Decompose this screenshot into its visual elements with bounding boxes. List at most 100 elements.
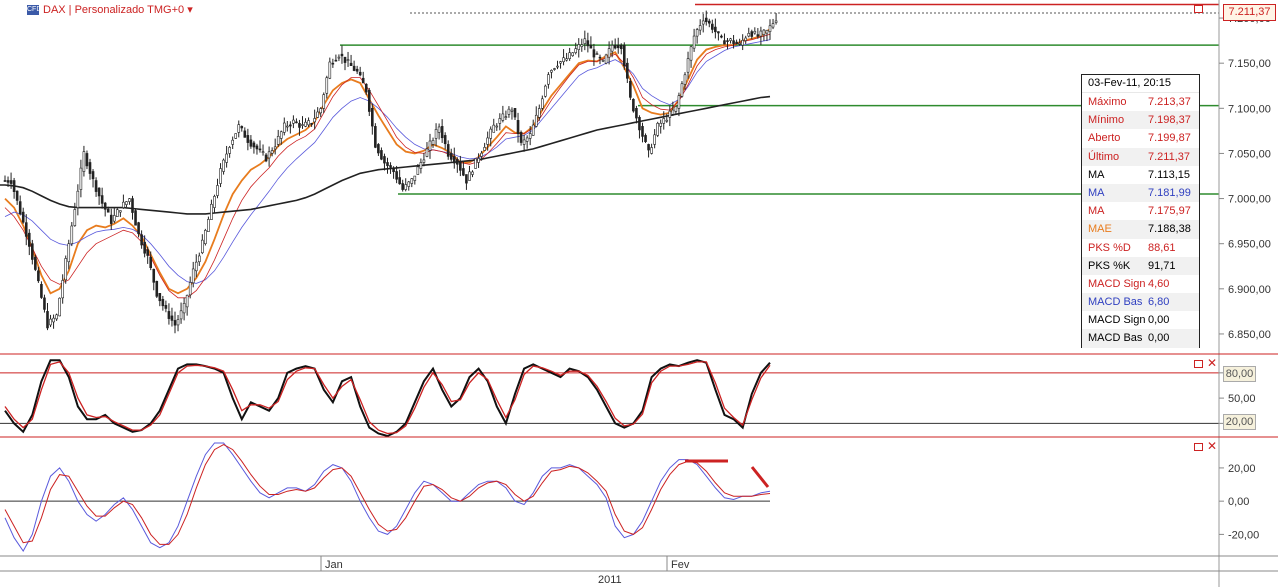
candle-body xyxy=(146,249,149,256)
candle-body xyxy=(568,52,571,59)
candle-body xyxy=(729,38,732,41)
candle-body xyxy=(267,151,271,159)
candle-body xyxy=(383,156,386,164)
data-window-value: 7.188,38 xyxy=(1148,223,1191,236)
candle-body xyxy=(134,210,137,226)
y-tick-label: 7.100,00 xyxy=(1228,103,1271,115)
candle-body xyxy=(677,95,681,109)
candle-body xyxy=(194,261,198,272)
candle-body xyxy=(665,119,669,122)
close-stoch-panel-icon[interactable]: ✕ xyxy=(1207,357,1217,369)
data-window-row: Mínimo 7.198,37 xyxy=(1082,111,1199,130)
stochastic-panel[interactable] xyxy=(0,359,1219,438)
maximize-price-panel-icon[interactable] xyxy=(1194,5,1203,13)
maximize-macd-panel-icon[interactable] xyxy=(1194,443,1203,451)
candle-body xyxy=(252,142,256,148)
candle-body xyxy=(626,62,629,79)
candle-body xyxy=(744,37,748,41)
candle-body xyxy=(64,258,68,281)
candle-body xyxy=(647,144,650,151)
candle-body xyxy=(498,118,502,124)
stoch-lower-level-tag: 20,00 xyxy=(1223,414,1256,430)
y-tick-label: 6.850,00 xyxy=(1228,329,1271,341)
candle-body xyxy=(328,61,332,79)
instrument-label[interactable]: DAX | Personalizado TMG+0 ▾ xyxy=(43,3,193,16)
candle-body xyxy=(337,56,341,59)
candle-body xyxy=(711,23,714,30)
candle-body xyxy=(55,314,58,320)
data-window-value: 91,71 xyxy=(1148,259,1176,272)
candle-body xyxy=(513,108,517,118)
data-window-label: PKS %K xyxy=(1088,259,1131,272)
candle-body xyxy=(234,133,238,139)
data-window-value: 6,80 xyxy=(1148,296,1170,309)
candle-body xyxy=(367,89,371,112)
candle-body xyxy=(210,203,213,220)
y-tick-label: -20,00 xyxy=(1228,529,1259,541)
candle-body xyxy=(67,243,71,263)
candle-body xyxy=(273,146,277,150)
data-window-label: MA xyxy=(1088,168,1105,181)
candle-body xyxy=(201,239,204,254)
candle-body xyxy=(243,130,247,138)
candle-body xyxy=(9,180,13,184)
candle-body xyxy=(765,30,769,34)
candle-body xyxy=(255,145,259,150)
candle-body xyxy=(179,310,183,320)
maximize-stoch-panel-icon[interactable] xyxy=(1194,360,1203,368)
chart-title[interactable]: CFD DAX | Personalizado TMG+0 ▾ xyxy=(27,3,193,16)
candle-body xyxy=(553,68,556,70)
candle-body xyxy=(768,25,772,32)
candle-body xyxy=(331,62,335,65)
candle-body xyxy=(140,234,143,246)
x-tick-label: Fev xyxy=(671,559,690,571)
candle-body xyxy=(389,165,392,168)
candle-body xyxy=(547,74,550,85)
candle-body xyxy=(644,135,647,143)
candle-body xyxy=(656,123,659,136)
candle-body xyxy=(738,42,741,45)
candle-body xyxy=(629,80,632,98)
candle-body xyxy=(562,57,565,62)
data-window-row: MACD Bas 0,00 xyxy=(1082,329,1199,348)
candle-body xyxy=(774,20,778,23)
candle-body xyxy=(462,168,465,176)
candle-body xyxy=(516,120,520,135)
candle-body xyxy=(34,256,37,270)
candle-body xyxy=(525,137,529,142)
candle-body xyxy=(249,139,253,147)
candle-body xyxy=(173,320,177,326)
candle-body xyxy=(574,48,578,53)
close-macd-panel-icon[interactable]: ✕ xyxy=(1207,440,1217,452)
candle-body xyxy=(735,41,738,45)
candle-body xyxy=(695,29,699,37)
candle-body xyxy=(528,133,532,139)
candle-body xyxy=(595,53,599,55)
candle-body xyxy=(131,198,134,213)
candle-body xyxy=(422,159,426,163)
price-panel[interactable] xyxy=(0,3,1219,334)
data-window-label: Último xyxy=(1088,150,1120,163)
candle-body xyxy=(191,268,195,284)
candle-body xyxy=(15,190,19,201)
candle-body xyxy=(228,147,231,154)
candle-body xyxy=(680,83,684,97)
candle-body xyxy=(158,293,162,302)
candle-body xyxy=(176,319,180,326)
macd-panel[interactable] xyxy=(0,442,771,552)
candle-body xyxy=(289,124,292,127)
data-window-label: Mínimo xyxy=(1088,114,1125,127)
candle-body xyxy=(155,280,159,297)
y-tick-label: 7.000,00 xyxy=(1228,194,1271,206)
candle-body xyxy=(559,61,562,64)
candle-body xyxy=(31,243,34,260)
candle-body xyxy=(468,171,471,181)
data-window-label: MA xyxy=(1088,205,1105,218)
candle-body xyxy=(27,232,31,247)
candle-body xyxy=(471,171,474,175)
candle-body xyxy=(292,119,295,124)
candle-body xyxy=(395,171,398,180)
candle-body xyxy=(413,175,417,181)
candle-body xyxy=(170,315,174,321)
macd-bas-line xyxy=(4,442,771,552)
